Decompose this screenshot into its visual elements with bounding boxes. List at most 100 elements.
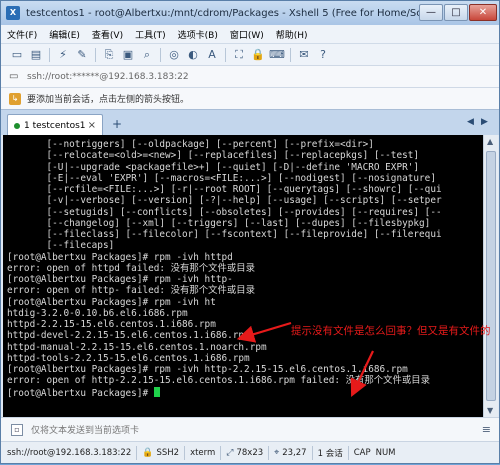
status-separator [220, 445, 222, 460]
status-caps: CAP [353, 447, 371, 458]
terminal-size-icon: ⤢ [226, 447, 234, 458]
terminal-line: [root@Albertxu Packages]# rpm -ivh http-… [7, 364, 408, 375]
window-title: testcentos1 - root@Albertxu:/mnt/cdrom/P… [26, 7, 447, 19]
xshell-window: X testcentos1 - root@Albertxu:/mnt/cdrom… [0, 0, 500, 464]
terminal-line: error: open of http-2.2.15-15.el6.centos… [7, 375, 431, 387]
terminal-line: htdig-3.2.0-0.10.b6.el6.i686.rpm [7, 307, 188, 319]
connected-status-icon [14, 122, 20, 129]
terminal-line: [--changelog] [--xml] [--triggers] [--la… [7, 217, 431, 229]
globe-icon[interactable]: ◎ [166, 47, 182, 63]
terminal-prompt: [root@Albertxu Packages]# [7, 387, 154, 399]
terminal-line: [--setugids] [--conflicts] [--obsoletes]… [7, 206, 442, 218]
terminal-line: [-U|--upgrade <packagefile>+] [--quiet] … [7, 161, 420, 173]
terminal-output[interactable]: [--notriggers] [--oldpackage] [--percent… [3, 135, 483, 417]
menu-file[interactable]: 文件(F) [1, 28, 43, 41]
tab-label: 1 testcentos1 [24, 120, 86, 131]
status-separator [136, 445, 138, 460]
menu-view[interactable]: 查看(V) [86, 28, 129, 41]
add-tab-button[interactable]: + [110, 117, 124, 131]
menu-window[interactable]: 窗口(W) [224, 28, 270, 41]
lock-icon: 🔒 [142, 447, 154, 458]
color-scheme-icon[interactable]: ◐ [185, 47, 201, 63]
terminal-line: [root@Albertxu Packages]# rpm -ivh ht [7, 296, 216, 308]
compose-bar: ▫ 仅将文本发送到当前选项卡 ≡ [1, 417, 499, 441]
menu-tools[interactable]: 工具(T) [129, 28, 172, 41]
cursor-position-icon: ⌖ [274, 447, 280, 458]
paste-icon[interactable]: ▣ [120, 47, 136, 63]
compose-icon[interactable]: ✉ [296, 47, 312, 63]
toolbar-separator [49, 47, 50, 62]
toolbar-separator [290, 47, 291, 62]
annotation-text: 提示没有文件是怎么回事？但又是有文件的 [291, 325, 491, 337]
status-protocol: SSH2 [156, 447, 180, 458]
menu-edit[interactable]: 编辑(E) [43, 28, 86, 41]
search-icon[interactable]: ⌕ [139, 47, 155, 63]
tab-scroll-right-icon[interactable]: ▶ [481, 117, 488, 127]
scrollbar-thumb[interactable] [486, 151, 496, 401]
toolbar-separator [160, 47, 161, 62]
status-connection: ssh://root@192.168.3.183:22 [7, 447, 132, 458]
connect-icon[interactable]: ⚡ [55, 47, 71, 63]
terminal-scrollbar[interactable]: ▲ ▼ [483, 135, 498, 417]
compose-text[interactable]: 仅将文本发送到当前选项卡 [31, 423, 139, 436]
session-hint-bar: ↳ 要添加当前会话，点击左侧的箭头按钮。 [1, 87, 499, 109]
scroll-up-icon[interactable]: ▲ [487, 137, 493, 146]
toolbar-separator [95, 47, 96, 62]
tab-testcentos1[interactable]: 1 testcentos1 × [7, 114, 103, 136]
fullscreen-icon[interactable]: ⛶ [231, 47, 247, 63]
terminal-line: [-E|--eval 'EXPR'] [--macros=<FILE:...>]… [7, 172, 436, 184]
status-size: 78x23 [236, 447, 264, 458]
address-bar-icon: ▭ [9, 71, 19, 82]
copy-icon[interactable]: ⎘ [101, 47, 117, 63]
lock-icon[interactable]: 🔒 [250, 47, 266, 63]
scroll-down-icon[interactable]: ▼ [487, 406, 493, 415]
session-hint-text: 要添加当前会话，点击左侧的箭头按钮。 [27, 95, 190, 105]
add-session-arrow-icon[interactable]: ↳ [9, 92, 21, 105]
toolbar: ▭ ▤ ⚡ ✎ ⎘ ▣ ⌕ ◎ ◐ A ⛶ 🔒 ⌨ ✉ ? [1, 43, 499, 65]
menu-help[interactable]: 帮助(H) [270, 28, 314, 41]
status-separator [347, 445, 349, 460]
terminal-line: [root@Albertxu Packages]# rpm -ivh http- [7, 274, 233, 285]
help-icon[interactable]: ? [315, 47, 331, 63]
menu-bar: 文件(F) 编辑(E) 查看(V) 工具(T) 选项卡(B) 窗口(W) 帮助(… [1, 25, 499, 43]
compose-menu-icon[interactable]: ≡ [482, 423, 491, 436]
terminal-line: [--notriggers] [--oldpackage] [--percent… [7, 139, 374, 150]
terminal-line: [--relocate=<old>=<new>] [--replacefiles… [7, 150, 420, 162]
maximize-button[interactable]: □ [444, 4, 468, 21]
terminal-line: httpd-manual-2.2.15-15.el6.centos.1.noar… [7, 341, 267, 353]
terminal-line: [--rcfile=<FILE:...>] [-r|--root ROOT] [… [7, 184, 442, 195]
minimize-button[interactable]: — [419, 4, 443, 21]
terminal-line: [--filecaps] [7, 240, 115, 252]
toolbar-separator [225, 47, 226, 62]
terminal-line: error: open of httpd failed: 没有那个文件或目录 [7, 262, 256, 274]
tab-scroll-left-icon[interactable]: ◀ [467, 117, 474, 127]
terminal-line: [-v|--verbose] [--version] [-?|--help] [… [7, 195, 442, 207]
font-icon[interactable]: A [204, 47, 220, 63]
send-to-tab-icon[interactable]: ▫ [11, 423, 23, 436]
status-sessions: 1 会话 [317, 448, 343, 459]
status-terminal-type: xterm [190, 447, 216, 458]
status-bar: ssh://root@192.168.3.183:22 🔒 SSH2 xterm… [1, 441, 499, 463]
status-cursor-pos: 23,27 [282, 447, 307, 458]
xshell-app-icon: X [6, 6, 20, 20]
terminal-line: [--fileclass] [--filecolor] [--fscontext… [7, 229, 442, 240]
terminal-line: httpd-tools-2.2.15-15.el6.centos.1.i686.… [7, 352, 250, 364]
title-bar[interactable]: X testcentos1 - root@Albertxu:/mnt/cdrom… [1, 1, 499, 25]
status-separator [268, 445, 270, 460]
open-folder-icon[interactable]: ▤ [28, 47, 44, 63]
status-separator [311, 445, 313, 460]
address-bar[interactable]: ▭ ssh://root:******@192.168.3.183:22 [1, 65, 499, 87]
edit-icon[interactable]: ✎ [74, 47, 90, 63]
close-button[interactable]: ✕ [469, 4, 497, 21]
address-text[interactable]: ssh://root:******@192.168.3.183:22 [27, 72, 189, 82]
new-session-icon[interactable]: ▭ [9, 47, 25, 63]
keyboard-icon[interactable]: ⌨ [269, 47, 285, 63]
terminal-line: [root@Albertxu Packages]# rpm -ivh httpd [7, 251, 233, 263]
menu-tab[interactable]: 选项卡(B) [172, 28, 224, 41]
terminal-prompt-line: [root@Albertxu Packages]# [7, 386, 479, 399]
tab-close-icon[interactable]: × [88, 120, 96, 131]
tab-bar: 1 testcentos1 × + ◀ ▶ [1, 109, 499, 136]
status-separator [184, 445, 186, 460]
status-num: NUM [375, 447, 396, 458]
terminal-cursor [153, 386, 160, 397]
